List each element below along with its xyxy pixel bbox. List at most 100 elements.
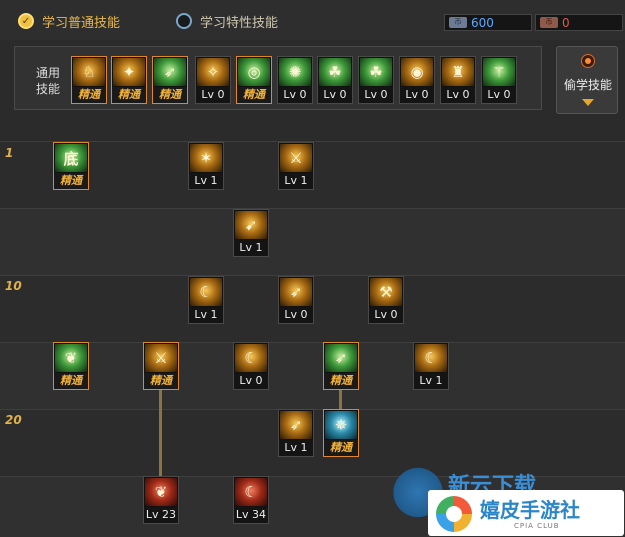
skill-icon: ✵	[324, 410, 358, 440]
skill-slot[interactable]: ☾ Lv 1	[413, 342, 449, 390]
level-marker-20: 20	[5, 413, 22, 427]
skill-level-label: 精通	[72, 87, 106, 103]
skill-level-label: Lv 0	[234, 373, 268, 389]
skill-icon: ◎	[237, 57, 271, 87]
skill-slot[interactable]: ◎ 精通	[236, 56, 272, 104]
skill-slot[interactable]: ⚔ 精通	[143, 342, 179, 390]
skill-icon: ☾	[414, 343, 448, 373]
skill-level-label: 精通	[54, 373, 88, 389]
skill-level-label: 精通	[237, 87, 271, 103]
skill-level-label: Lv 0	[441, 87, 475, 103]
sp-currency-value: 600	[471, 15, 494, 30]
row-divider	[0, 342, 625, 343]
skill-slot[interactable]: ❦ Lv 23	[143, 476, 179, 524]
skill-connector-line	[159, 390, 162, 480]
skill-slot[interactable]: ➶ Lv 1	[278, 409, 314, 457]
skill-level-label: Lv 0	[369, 307, 403, 323]
skill-slot[interactable]: ☘ Lv 0	[358, 56, 394, 104]
skill-icon: ❦	[54, 343, 88, 373]
skill-level-label: 精通	[324, 373, 358, 389]
watermark-subtext: CPIA CLUB	[514, 522, 560, 530]
skill-level-label: 精通	[144, 373, 178, 389]
skill-icon: ➶	[279, 277, 313, 307]
skill-icon: ☾	[234, 477, 268, 507]
skill-slot[interactable]: ✶ Lv 1	[188, 142, 224, 190]
tab-learn-special-skills[interactable]: 学习特性技能	[176, 11, 278, 31]
tab-learn-normal-skills-label: 学习普通技能	[42, 15, 121, 31]
skill-level-label: 精通	[112, 87, 146, 103]
skill-icon: ☘	[318, 57, 352, 87]
common-skills-label-line1: 通用	[35, 66, 60, 80]
skill-slot[interactable]: ➶ 精通	[323, 342, 359, 390]
skill-glyph: ❦	[154, 483, 168, 501]
skill-slot[interactable]: ❦ 精通	[53, 342, 89, 390]
skill-slot[interactable]: ✵ 精通	[323, 409, 359, 457]
skill-slot[interactable]: ◉ Lv 0	[399, 56, 435, 104]
skill-level-label: Lv 1	[279, 173, 313, 189]
skill-glyph: ◎	[247, 63, 261, 81]
skill-slot[interactable]: ✺ Lv 0	[277, 56, 313, 104]
skill-slot[interactable]: ☾ Lv 1	[188, 276, 224, 324]
skill-slot[interactable]: ✦ 精通	[111, 56, 147, 104]
skill-slot[interactable]: ✧ Lv 0	[195, 56, 231, 104]
skill-icon: 底	[54, 143, 88, 173]
unchecked-radio-icon	[176, 13, 192, 29]
skill-icon: ☘	[359, 57, 393, 87]
skill-glyph: ❦	[64, 349, 78, 367]
skill-glyph: ♜	[451, 63, 465, 81]
skill-icon: ❦	[144, 477, 178, 507]
skill-slot[interactable]: ☾ Lv 0	[233, 342, 269, 390]
skill-level-label: Lv 1	[279, 440, 313, 456]
skill-icon: ✺	[278, 57, 312, 87]
skill-icon: ✦	[112, 57, 146, 87]
tab-learn-special-skills-label: 学习特性技能	[200, 15, 279, 31]
skill-icon: ⚔	[279, 143, 313, 173]
watermark-text: 嬉皮手游社	[480, 498, 580, 522]
common-skills-label-line2: 技能	[35, 82, 60, 96]
skill-icon: ➹	[234, 210, 268, 240]
skill-icon: ♘	[72, 57, 106, 87]
skill-slot[interactable]: ➹ Lv 1	[233, 209, 269, 257]
skill-glyph: ☾	[199, 283, 213, 301]
skill-glyph: ➶	[163, 63, 177, 81]
watermark: 嬉皮手游社 CPIA CLUB	[428, 490, 624, 536]
skill-slot[interactable]: 底精通	[53, 142, 89, 190]
watermark-logo-icon	[436, 496, 472, 532]
skill-icon: ◉	[400, 57, 434, 87]
steal-skill-button[interactable]: 偷学技能	[556, 46, 618, 114]
skill-slot[interactable]: ➶ 精通	[152, 56, 188, 104]
skill-slot[interactable]: ⚔ Lv 1	[278, 142, 314, 190]
skill-glyph: ☾	[244, 483, 258, 501]
skill-glyph: ☾	[244, 349, 258, 367]
skill-icon: ➶	[153, 57, 187, 87]
skill-glyph: ◉	[410, 63, 424, 81]
skill-slot[interactable]: ☾ Lv 34	[233, 476, 269, 524]
chevron-down-icon	[582, 99, 594, 106]
skill-level-label: Lv 0	[482, 87, 516, 103]
skill-icon: ⚔	[144, 343, 178, 373]
skill-icon: ☾	[189, 277, 223, 307]
tree-row-band	[0, 342, 625, 409]
steal-skill-icon	[581, 54, 595, 68]
skill-icon: ☾	[234, 343, 268, 373]
skill-level-label: 精通	[54, 173, 88, 189]
skill-slot[interactable]: ⚚ Lv 0	[481, 56, 517, 104]
skill-glyph: 底	[63, 149, 79, 168]
skill-glyph: ⚒	[379, 283, 393, 301]
skill-slot[interactable]: ♘ 精通	[71, 56, 107, 104]
tp-currency-value: 0	[562, 15, 570, 30]
skill-level-label: Lv 1	[189, 307, 223, 323]
skill-level-label: Lv 0	[359, 87, 393, 103]
skill-glyph: ✦	[122, 63, 136, 81]
skill-slot[interactable]: ♜ Lv 0	[440, 56, 476, 104]
skill-icon: ♜	[441, 57, 475, 87]
skill-glyph: ➶	[334, 349, 348, 367]
skill-slot[interactable]: ☘ Lv 0	[317, 56, 353, 104]
top-bar: ✓ 学习普通技能 学习特性技能 币 600 币 0	[0, 0, 625, 40]
tab-learn-normal-skills[interactable]: ✓ 学习普通技能	[18, 11, 120, 31]
skill-slot[interactable]: ⚒ Lv 0	[368, 276, 404, 324]
skill-icon: ⚚	[482, 57, 516, 87]
skill-slot[interactable]: ➶ Lv 0	[278, 276, 314, 324]
tree-row-band	[0, 208, 625, 275]
skill-glyph: ✶	[199, 149, 213, 167]
